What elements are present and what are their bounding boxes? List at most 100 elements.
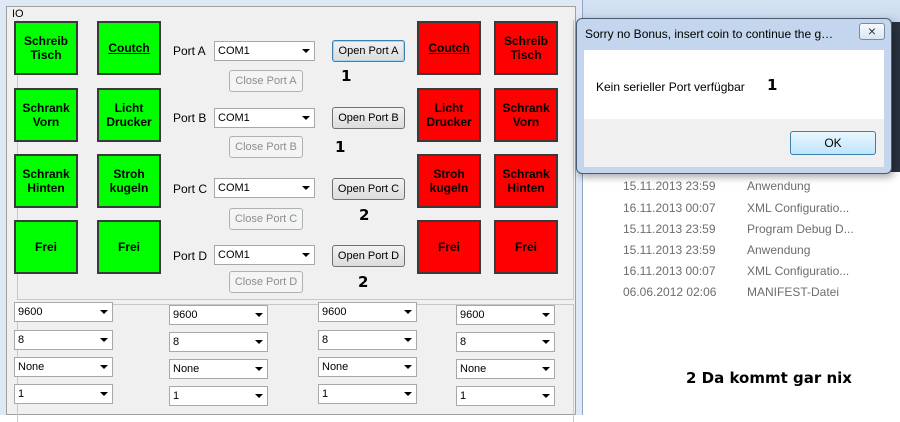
port-b-select[interactable]: COM1 bbox=[214, 108, 315, 128]
data-bits-select[interactable]: 8 bbox=[14, 330, 113, 350]
tile-label: Schrank Vorn bbox=[502, 101, 550, 129]
tile-label: Stroh kugeln bbox=[429, 167, 469, 195]
dialog-message: Kein serieller Port verfügbar bbox=[596, 80, 745, 94]
chevron-down-icon bbox=[100, 338, 108, 342]
tile-label: Frei bbox=[514, 240, 537, 254]
toggle-tile-right[interactable]: Stroh kugeln bbox=[417, 154, 481, 208]
toggle-tile-left[interactable]: Stroh kugeln bbox=[97, 154, 161, 208]
data-bits-value: 8 bbox=[322, 334, 329, 346]
data-bits-value: 8 bbox=[460, 336, 467, 348]
baud-rate-value: 9600 bbox=[322, 306, 347, 318]
tile-label: Schrank Hinten bbox=[22, 167, 70, 195]
tile-label: Schreib Tisch bbox=[23, 34, 68, 62]
baud-rate-value: 9600 bbox=[460, 309, 485, 321]
open-port-d-button[interactable]: Open Port D bbox=[332, 245, 405, 267]
file-row[interactable]: 06.06.2012 02:06 MANIFEST-Datei bbox=[623, 282, 839, 302]
file-date: 16.11.2013 00:07 bbox=[623, 264, 716, 278]
parity-select[interactable]: None bbox=[14, 357, 113, 377]
annotation-port-a: 1 bbox=[341, 67, 352, 85]
toggle-tile-left[interactable]: Coutch bbox=[97, 21, 161, 75]
port-d-select[interactable]: COM1 bbox=[214, 245, 315, 265]
parity-value: None bbox=[460, 363, 487, 375]
parity-select[interactable]: None bbox=[456, 359, 555, 379]
ok-button[interactable]: OK bbox=[790, 131, 876, 155]
baud-rate-value: 9600 bbox=[173, 309, 198, 321]
port-a-select-value: COM1 bbox=[218, 45, 250, 57]
toggle-tile-left[interactable]: Schrank Vorn bbox=[14, 88, 78, 142]
tile-label: Schrank Vorn bbox=[22, 101, 70, 129]
data-bits-select[interactable]: 8 bbox=[169, 332, 268, 352]
chevron-down-icon bbox=[302, 49, 310, 53]
open-port-a-button[interactable]: Open Port A bbox=[332, 40, 405, 62]
port-a-select[interactable]: COM1 bbox=[214, 41, 315, 61]
close-port-d-button[interactable]: Close Port D bbox=[229, 271, 303, 293]
close-port-b-button[interactable]: Close Port B bbox=[229, 136, 303, 158]
baud-rate-select[interactable]: 9600 bbox=[14, 302, 113, 322]
chevron-down-icon bbox=[542, 394, 550, 398]
file-type: XML Configuratio... bbox=[747, 201, 850, 215]
file-date: 15.11.2013 23:59 bbox=[623, 179, 716, 193]
close-port-a-button[interactable]: Close Port A bbox=[229, 70, 303, 92]
tile-label: Stroh kugeln bbox=[109, 167, 149, 195]
toggle-tile-left[interactable]: Frei bbox=[97, 220, 161, 274]
close-icon[interactable]: × bbox=[859, 23, 885, 40]
port-c-label: Port C bbox=[173, 182, 208, 196]
toggle-tile-right[interactable]: Schrank Hinten bbox=[494, 154, 558, 208]
file-row[interactable]: 15.11.2013 23:59 Anwendung bbox=[623, 176, 810, 196]
file-row[interactable]: 16.11.2013 00:07 XML Configuratio... bbox=[623, 198, 849, 218]
stop-bits-select[interactable]: 1 bbox=[14, 384, 113, 404]
tile-label: Frei bbox=[117, 240, 140, 254]
chevron-down-icon bbox=[542, 340, 550, 344]
data-bits-select[interactable]: 8 bbox=[318, 330, 417, 350]
file-type: Anwendung bbox=[747, 243, 811, 257]
toggle-tile-right[interactable]: Coutch bbox=[417, 21, 481, 75]
window-title: IO bbox=[12, 8, 24, 20]
parity-select[interactable]: None bbox=[318, 357, 417, 377]
stop-bits-select[interactable]: 1 bbox=[169, 386, 268, 406]
parity-select[interactable]: None bbox=[169, 359, 268, 379]
file-row[interactable]: 15.11.2013 23:59 Program Debug D... bbox=[623, 219, 854, 239]
chevron-down-icon bbox=[404, 338, 412, 342]
baud-rate-value: 9600 bbox=[18, 306, 43, 318]
open-port-c-button[interactable]: Open Port C bbox=[332, 178, 405, 200]
chevron-down-icon bbox=[255, 394, 263, 398]
baud-rate-select[interactable]: 9600 bbox=[318, 302, 417, 322]
file-row[interactable]: 15.11.2013 23:59 Anwendung bbox=[623, 240, 810, 260]
chevron-down-icon bbox=[100, 365, 108, 369]
chevron-down-icon bbox=[302, 253, 310, 257]
toggle-tile-left[interactable]: Licht Drucker bbox=[97, 88, 161, 142]
annotation-port-d: 2 bbox=[358, 273, 369, 291]
dialog-title: Sorry no Bonus, insert coin to continue … bbox=[585, 27, 835, 41]
toggle-tile-left[interactable]: Schrank Hinten bbox=[14, 154, 78, 208]
file-type: XML Configuratio... bbox=[747, 264, 850, 278]
port-c-select[interactable]: COM1 bbox=[214, 178, 315, 198]
tile-label: Coutch bbox=[428, 41, 470, 55]
toggle-tile-left[interactable]: Schreib Tisch bbox=[14, 21, 78, 75]
toggle-tile-right[interactable]: Frei bbox=[417, 220, 481, 274]
toggle-tile-right[interactable]: Frei bbox=[494, 220, 558, 274]
chevron-down-icon bbox=[542, 367, 550, 371]
toggle-tile-right[interactable]: Schreib Tisch bbox=[494, 21, 558, 75]
baud-rate-select[interactable]: 9600 bbox=[169, 305, 268, 325]
stop-bits-select[interactable]: 1 bbox=[456, 386, 555, 406]
tile-label: Schrank Hinten bbox=[502, 167, 550, 195]
dialog-footer: OK bbox=[584, 119, 884, 167]
port-d-label: Port D bbox=[173, 249, 208, 263]
file-date: 16.11.2013 00:07 bbox=[623, 201, 716, 215]
data-bits-value: 8 bbox=[18, 334, 25, 346]
toggle-tile-right[interactable]: Schrank Vorn bbox=[494, 88, 558, 142]
file-row[interactable]: 16.11.2013 00:07 XML Configuratio... bbox=[623, 261, 849, 281]
baud-rate-select[interactable]: 9600 bbox=[456, 305, 555, 325]
file-date: 06.06.2012 02:06 bbox=[623, 285, 717, 299]
open-port-b-button[interactable]: Open Port B bbox=[332, 107, 405, 129]
stop-bits-select[interactable]: 1 bbox=[318, 384, 417, 404]
file-date: 15.11.2013 23:59 bbox=[623, 243, 716, 257]
tile-label: Schreib Tisch bbox=[503, 34, 548, 62]
data-bits-select[interactable]: 8 bbox=[456, 332, 555, 352]
toggle-tile-right[interactable]: Licht Drucker bbox=[417, 88, 481, 142]
tile-label: Licht Drucker bbox=[106, 101, 152, 129]
chevron-down-icon bbox=[255, 367, 263, 371]
close-port-c-button[interactable]: Close Port C bbox=[229, 208, 303, 230]
stop-bits-value: 1 bbox=[18, 388, 25, 400]
toggle-tile-left[interactable]: Frei bbox=[14, 220, 78, 274]
